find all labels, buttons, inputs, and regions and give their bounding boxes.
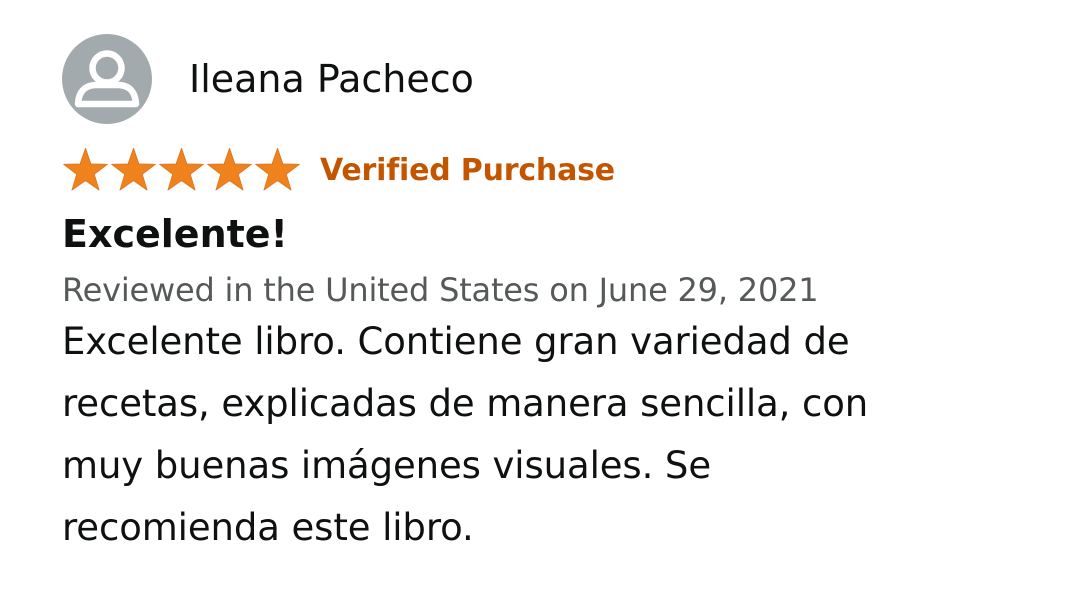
- default-user-avatar-icon: [74, 50, 140, 108]
- star-icon: [159, 147, 204, 191]
- star-icon: [207, 147, 252, 191]
- verified-purchase-badge: Verified Purchase: [320, 152, 615, 188]
- review-body: Excelente libro. Contiene gran variedad …: [62, 311, 1022, 559]
- review-date: Reviewed in the United States on June 29…: [62, 271, 819, 309]
- review-body-line: muy buenas imágenes visuales. Se: [62, 444, 711, 487]
- avatar[interactable]: [62, 34, 152, 124]
- star-icon: [111, 147, 156, 191]
- review-body-line: recetas, explicadas de manera sencilla, …: [62, 382, 869, 425]
- star-icon: [63, 147, 108, 191]
- customer-review: Ileana Pacheco Verified Purchase Excelen…: [62, 33, 1052, 559]
- review-title[interactable]: Excelente!: [62, 210, 1052, 258]
- reviewer-profile[interactable]: Ileana Pacheco: [62, 33, 1052, 125]
- star-icon: [255, 147, 300, 191]
- rating-row: Verified Purchase: [62, 146, 1052, 194]
- review-body-line: Excelente libro. Contiene gran variedad …: [62, 320, 850, 363]
- review-body-line: recomienda este libro.: [62, 506, 474, 549]
- reviewer-name[interactable]: Ileana Pacheco: [189, 57, 474, 101]
- star-rating[interactable]: [62, 147, 301, 193]
